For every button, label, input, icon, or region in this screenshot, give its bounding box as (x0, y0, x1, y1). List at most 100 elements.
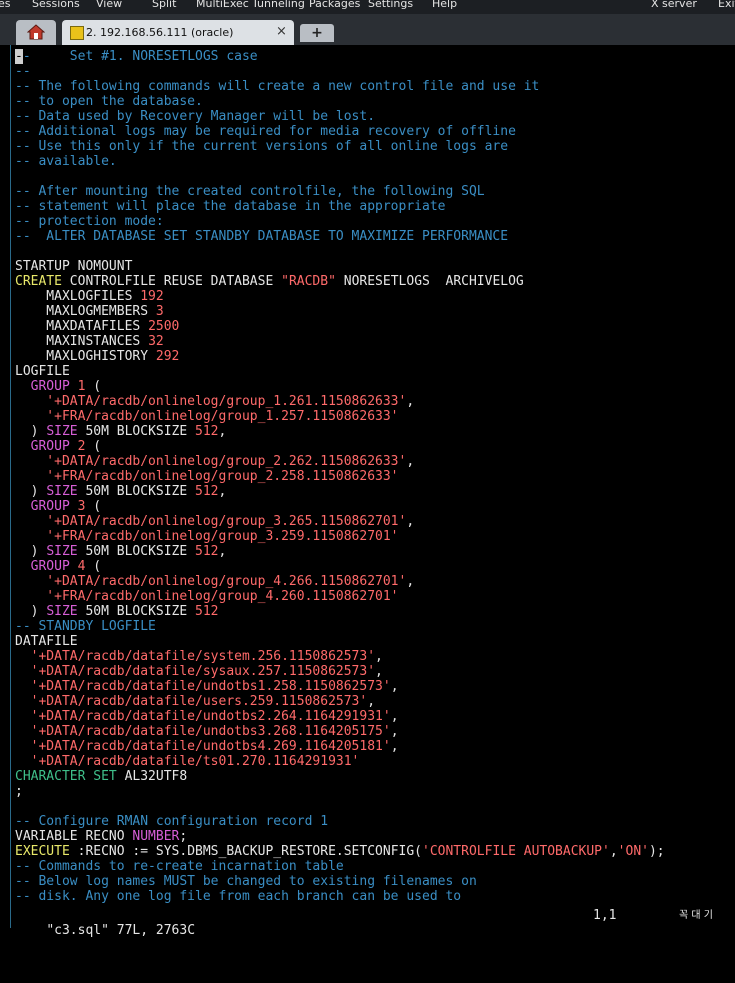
tab-strip: 2. 192.168.56.111 (oracle) × + (0, 14, 735, 45)
code-token: '+DATA/racdb/datafile/undotbs1.258.11508… (15, 679, 391, 694)
code-line: '+DATA/racdb/datafile/sysaux.257.1150862… (15, 664, 665, 679)
code-token: 292 (155, 349, 180, 364)
terminal-editor[interactable]: -- Set #1. NORESETLOGS case -- -- The foll… (10, 45, 735, 938)
code-token: -- protection mode: (15, 214, 164, 229)
code-line: -- Below log names MUST be changed to ex… (15, 874, 665, 889)
code-line: ) SIZE 50M BLOCKSIZE 512, (15, 484, 665, 499)
code-line: '+DATA/racdb/datafile/ts01.270.116429193… (15, 754, 665, 769)
menu-item-split[interactable]: Split (152, 0, 176, 9)
code-token: AL32UTF8 (116, 769, 188, 784)
code-token: -- Below log names MUST be changed to ex… (15, 874, 477, 889)
code-token: , (375, 664, 383, 679)
close-icon[interactable]: × (276, 24, 287, 39)
code-token: CREATE (15, 274, 62, 289)
menu-item-view[interactable]: View (96, 0, 122, 9)
code-token: , (406, 514, 415, 529)
code-token: '+DATA/racdb/datafile/undotbs2.264.11642… (15, 709, 391, 724)
code-line: VARIABLE RECNO NUMBER; (15, 829, 665, 844)
code-token: GROUP (15, 499, 78, 514)
code-token: , (390, 709, 399, 724)
code-token: '+DATA/racdb/onlinelog/group_3.265.11508… (15, 514, 407, 529)
tab-session-oracle[interactable]: 2. 192.168.56.111 (oracle) × (62, 20, 294, 45)
code-token: 3 (155, 304, 164, 319)
status-ime-indicator: 꼭 대 기 (679, 910, 713, 921)
code-token: ) (15, 604, 47, 619)
menu-item-x-server[interactable]: X server (651, 0, 697, 9)
menu-item-help[interactable]: Help (432, 0, 457, 9)
status-file-info: "c3.sql" 77L, 2763C (46, 923, 196, 938)
code-line: '+DATA/racdb/datafile/undotbs2.264.11642… (15, 709, 665, 724)
code-token: SIZE (46, 424, 78, 439)
code-line: -- Data used by Recovery Manager will be… (15, 109, 665, 124)
code-token: -- available. (15, 154, 117, 169)
code-line: -- The following commands will create a … (15, 79, 665, 94)
code-token: -- (15, 64, 31, 79)
code-token: '+FRA/racdb/onlinelog/group_2.258.115086… (15, 469, 399, 484)
code-token: SIZE (46, 484, 78, 499)
code-line: MAXDATAFILES 2500 (15, 319, 665, 334)
code-token: -- statement will place the database in … (15, 199, 446, 214)
code-line: -- disk. Any one log file from each bran… (15, 889, 665, 904)
code-line: ) SIZE 50M BLOCKSIZE 512 (15, 604, 665, 619)
code-token: '+DATA/racdb/datafile/ts01.270.116429193… (15, 754, 360, 769)
code-token: - Set #1. NORESETLOGS case (22, 49, 258, 64)
code-token: , (367, 694, 376, 709)
menu-item-sessions-partial[interactable]: es (0, 0, 11, 9)
code-token: CHARACTER SET (15, 769, 117, 784)
code-line: -- ALTER DATABASE SET STANDBY DATABASE T… (15, 229, 665, 244)
editor-buffer[interactable]: -- Set #1. NORESETLOGS case -- -- The foll… (15, 49, 665, 904)
code-token: , (609, 844, 618, 859)
code-token: GROUP (15, 379, 78, 394)
home-icon (27, 24, 45, 40)
code-token: EXECUTE (15, 844, 70, 859)
code-line: -- Commands to re-create incarnation tab… (15, 859, 665, 874)
menu-item-exit[interactable]: Exit (718, 0, 735, 9)
code-line: '+FRA/racdb/onlinelog/group_3.259.115086… (15, 529, 665, 544)
code-token: MAXLOGHISTORY (15, 349, 156, 364)
code-line: -- (15, 64, 665, 79)
code-token: , (390, 739, 399, 754)
code-line: STARTUP NOMOUNT (15, 259, 665, 274)
code-line: CREATE CONTROLFILE REUSE DATABASE "RACDB… (15, 274, 665, 289)
status-cursor-position: 1,1 (593, 908, 617, 923)
menu-item-settings[interactable]: Settings (368, 0, 413, 9)
code-line: '+DATA/racdb/onlinelog/group_2.262.11508… (15, 454, 665, 469)
code-line: -- Use this only if the current versions… (15, 139, 665, 154)
code-token: MAXINSTANCES (15, 334, 149, 349)
code-token: '+DATA/racdb/datafile/system.256.1150862… (15, 649, 376, 664)
code-token: 2500 (148, 319, 180, 334)
new-tab-button[interactable]: + (300, 24, 334, 42)
code-line: -- statement will place the database in … (15, 199, 665, 214)
menu-item-tunneling[interactable]: Tunneling (252, 0, 305, 9)
code-token: SIZE (46, 604, 78, 619)
code-token: 'CONTROLFILE AUTOBACKUP' (422, 844, 610, 859)
code-token: ( (85, 439, 102, 454)
code-token: NUMBER (132, 829, 180, 844)
code-token: SIZE (46, 544, 78, 559)
code-line: DATAFILE (15, 634, 665, 649)
code-line: CHARACTER SET AL32UTF8 (15, 769, 665, 784)
menu-item-multiexec[interactable]: MultiExec (196, 0, 249, 9)
code-token: MAXLOGMEMBERS (15, 304, 156, 319)
cursor: - (15, 49, 23, 64)
code-line: '+DATA/racdb/onlinelog/group_3.265.11508… (15, 514, 665, 529)
code-token: '+DATA/racdb/datafile/sysaux.257.1150862… (15, 664, 376, 679)
code-line: '+DATA/racdb/datafile/undotbs4.269.11642… (15, 739, 665, 754)
code-line: -- available. (15, 154, 665, 169)
code-token: 50M BLOCKSIZE (77, 424, 196, 439)
code-token: STARTUP NOMOUNT (15, 259, 133, 274)
code-line: '+DATA/racdb/datafile/system.256.1150862… (15, 649, 665, 664)
menu-item-sessions[interactable]: Sessions (32, 0, 80, 9)
menu-item-packages[interactable]: Packages (309, 0, 360, 9)
home-tab[interactable] (16, 20, 56, 45)
code-line: GROUP 2 ( (15, 439, 665, 454)
code-token: ; (179, 829, 188, 844)
code-token: '+FRA/racdb/onlinelog/group_3.259.115086… (15, 529, 399, 544)
code-token: '+DATA/racdb/onlinelog/group_4.266.11508… (15, 574, 407, 589)
code-token: '+DATA/racdb/datafile/users.259.11508625… (15, 694, 368, 709)
code-line: GROUP 1 ( (15, 379, 665, 394)
code-token: 50M BLOCKSIZE (77, 544, 196, 559)
